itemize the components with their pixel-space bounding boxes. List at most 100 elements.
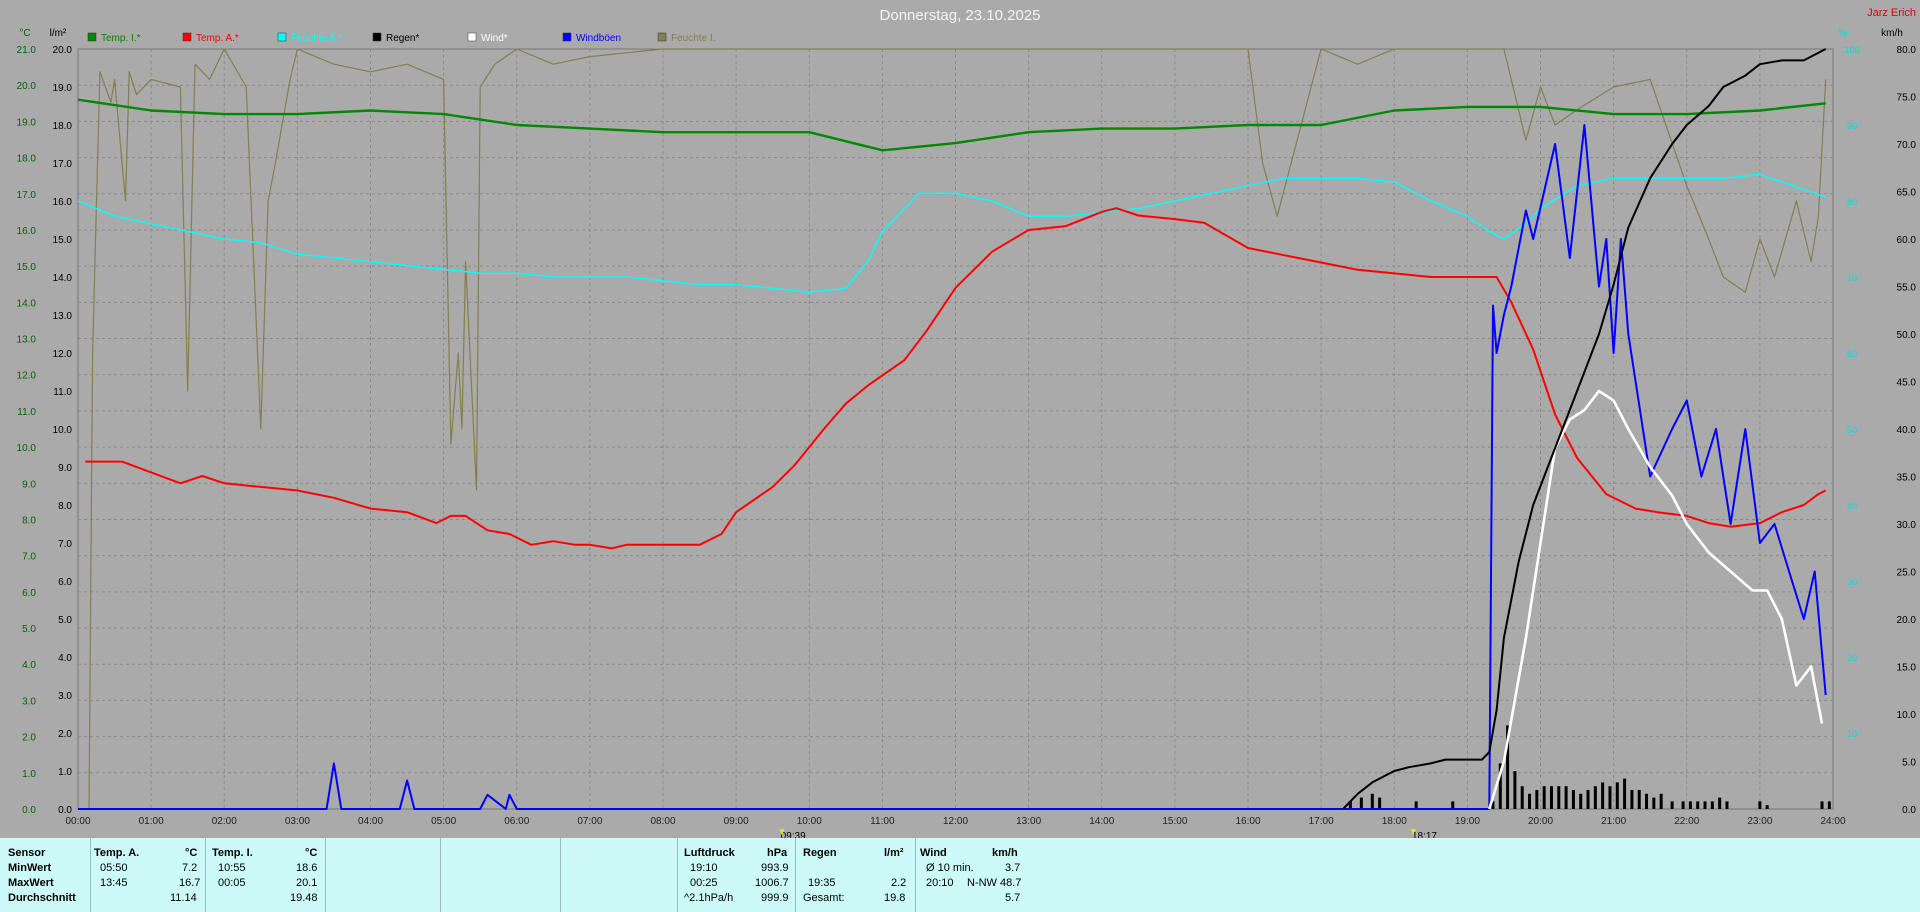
humidity-tick-label: 50 bbox=[1847, 425, 1857, 435]
wind-tick-label: 5.0 bbox=[1902, 758, 1916, 769]
temp-tick-label: 8.0 bbox=[22, 515, 36, 526]
temp-a-max-time: 13:45 bbox=[100, 877, 128, 889]
rain-bar bbox=[1703, 801, 1707, 809]
rain-tick-label: 10.0 bbox=[53, 425, 73, 436]
humidity-tick-label: 60 bbox=[1847, 349, 1857, 359]
rain-bar bbox=[1718, 797, 1722, 809]
rain-max: 2.2 bbox=[891, 877, 907, 889]
rain-tick-label: 12.0 bbox=[53, 349, 73, 360]
temp-a-avg: 11.14 bbox=[170, 892, 197, 904]
temp-tick-label: 3.0 bbox=[22, 696, 36, 707]
rain-tick-label: 13.0 bbox=[53, 311, 73, 322]
pressure-max-time: 00:25 bbox=[690, 877, 718, 889]
rain-bar bbox=[1681, 801, 1685, 809]
rain-bar bbox=[1670, 801, 1674, 809]
wind-tick-label: 80.0 bbox=[1897, 45, 1917, 56]
rain-tick-label: 15.0 bbox=[53, 235, 73, 246]
col-divider bbox=[325, 838, 326, 912]
temp-a-min: 7.2 bbox=[182, 862, 198, 874]
x-tick-label: 07:00 bbox=[577, 816, 602, 827]
humidity-tick-label: 30 bbox=[1847, 577, 1857, 587]
legend-label: Feuchte A.* bbox=[291, 33, 343, 44]
wind-tick-label: 75.0 bbox=[1897, 93, 1917, 104]
legend-swatch bbox=[467, 32, 477, 42]
pressure-min: 993.9 bbox=[761, 862, 789, 874]
col-divider bbox=[440, 838, 441, 912]
rain-bar bbox=[1623, 778, 1627, 809]
x-tick-label: 21:00 bbox=[1601, 816, 1626, 827]
legend-swatch bbox=[182, 32, 192, 42]
time-axis: 00:00 01:00 02:00 03:00 04:00 05:00 06:00 07:00… bbox=[65, 816, 1845, 827]
temp-tick-label: 11.0 bbox=[17, 407, 36, 418]
rain-bar bbox=[1827, 801, 1831, 809]
rain-bar bbox=[1615, 782, 1619, 809]
x-tick-label: 24:00 bbox=[1820, 816, 1845, 827]
temp-tick-label: 14.0 bbox=[17, 298, 37, 309]
legend-label: Windböen bbox=[576, 33, 621, 44]
humidity-tick-label: 10 bbox=[1847, 729, 1857, 739]
rain-bar bbox=[1513, 771, 1517, 809]
temp-a-unit: °C bbox=[185, 847, 198, 859]
rain-bar bbox=[1608, 786, 1612, 809]
temp-tick-label: 15.0 bbox=[17, 262, 37, 273]
wind-tick-label: 25.0 bbox=[1897, 568, 1917, 579]
pressure-header: Luftdruck bbox=[684, 847, 735, 859]
right2-axis-unit: % bbox=[1839, 28, 1848, 39]
rain-tick-label: 11.0 bbox=[53, 387, 72, 398]
wind-tick-label: 55.0 bbox=[1897, 283, 1917, 294]
legend: Temp. I.* Temp. A.* Feuchte A.* Regen* Wind*… bbox=[87, 32, 715, 44]
legend-label: Feuchte I. bbox=[671, 33, 715, 44]
rain-max-time: 19:35 bbox=[808, 877, 836, 889]
temp-i-avg: 19.48 bbox=[290, 892, 318, 904]
col-divider bbox=[915, 838, 916, 912]
wind-tick-label: 30.0 bbox=[1897, 520, 1917, 531]
rain-tick-label: 6.0 bbox=[58, 577, 72, 588]
legend-label: Temp. A.* bbox=[196, 33, 239, 44]
x-tick-label: 08:00 bbox=[650, 816, 675, 827]
humidity-tick-label: 100 bbox=[1844, 45, 1859, 55]
x-tick-label: 09:00 bbox=[724, 816, 749, 827]
legend-label: Regen* bbox=[386, 33, 419, 44]
rain-tick-label: 8.0 bbox=[58, 501, 72, 512]
x-tick-label: 01:00 bbox=[139, 816, 164, 827]
x-tick-label: 05:00 bbox=[431, 816, 456, 827]
humidity-tick-label: 70 bbox=[1847, 273, 1857, 283]
wind-unit: km/h bbox=[992, 847, 1018, 859]
pressure-min-time: 19:10 bbox=[690, 862, 718, 874]
rain-bar bbox=[1359, 797, 1363, 809]
rain-bar bbox=[1520, 786, 1524, 809]
temp-tick-label: 0.0 bbox=[22, 805, 36, 816]
legend-swatch bbox=[372, 32, 382, 42]
temp-tick-label: 17.0 bbox=[17, 190, 37, 201]
rain-bar bbox=[1542, 786, 1546, 809]
chart-title: Donnerstag, 23.10.2025 bbox=[880, 7, 1041, 24]
legend-swatch bbox=[277, 32, 287, 42]
x-tick-label: 15:00 bbox=[1162, 816, 1187, 827]
rain-tick-label: 14.0 bbox=[53, 273, 73, 284]
x-tick-label: 04:00 bbox=[358, 816, 383, 827]
wind-tick-label: 40.0 bbox=[1897, 425, 1917, 436]
pressure-trend: 999.9 bbox=[761, 892, 789, 904]
wind-tick-label: 45.0 bbox=[1897, 378, 1917, 389]
legend-label: Wind* bbox=[481, 33, 508, 44]
x-tick-label: 00:00 bbox=[65, 816, 90, 827]
temp-tick-label: 13.0 bbox=[17, 335, 37, 346]
temp-tick-label: 6.0 bbox=[22, 588, 36, 599]
rain-bar bbox=[1535, 790, 1539, 809]
temp-tick-label: 16.0 bbox=[17, 226, 37, 237]
sun-marker-label: 09:39 bbox=[781, 831, 806, 838]
wind-tick-label: 65.0 bbox=[1897, 188, 1917, 199]
humidity-axis: 100 90 80 70 60 50 40 30 20 10 bbox=[1844, 45, 1859, 739]
left2-axis-unit: l/m² bbox=[50, 28, 67, 39]
rain-total-label: Gesamt: bbox=[803, 892, 845, 904]
humidity-tick-label: 20 bbox=[1847, 653, 1857, 663]
x-tick-label: 17:00 bbox=[1309, 816, 1334, 827]
rain-tick-label: 0.0 bbox=[58, 805, 72, 816]
rain-bar bbox=[1652, 797, 1656, 809]
x-tick-label: 02:00 bbox=[212, 816, 237, 827]
rain-tick-label: 1.0 bbox=[58, 767, 72, 778]
rain-tick-label: 2.0 bbox=[58, 729, 72, 740]
rain-tick-label: 7.0 bbox=[58, 539, 72, 550]
x-tick-label: 06:00 bbox=[504, 816, 529, 827]
x-tick-label: 19:00 bbox=[1455, 816, 1480, 827]
